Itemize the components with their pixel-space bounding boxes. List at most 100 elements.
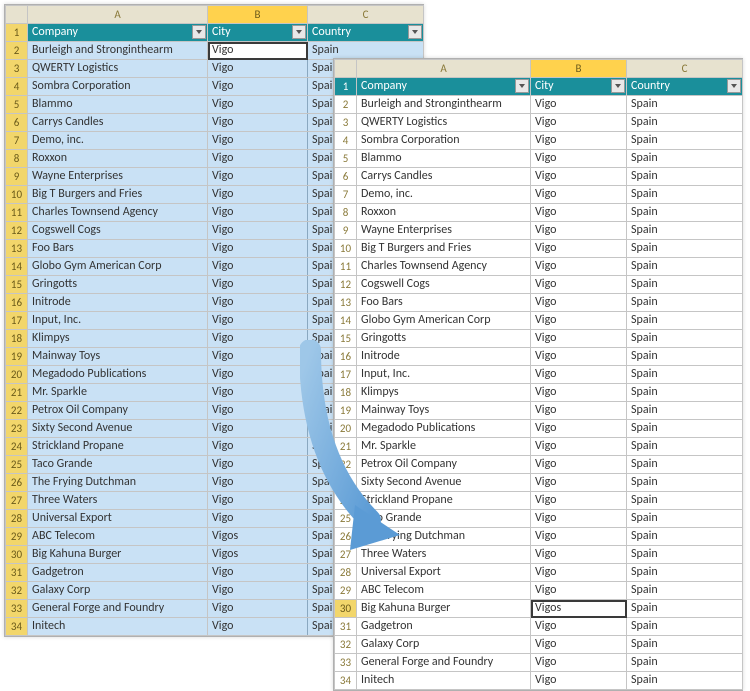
row-number[interactable]: 11 xyxy=(335,258,357,276)
row-number[interactable]: 4 xyxy=(335,132,357,150)
row-number[interactable]: 16 xyxy=(335,348,357,366)
cell-country[interactable]: Spain xyxy=(627,546,743,564)
row-number[interactable]: 26 xyxy=(6,474,28,492)
cell-country[interactable]: Spain xyxy=(627,204,743,222)
row-number[interactable]: 6 xyxy=(335,168,357,186)
cell-country[interactable]: Spain xyxy=(627,456,743,474)
cell-city[interactable]: Vigo xyxy=(531,546,627,564)
cell-country[interactable]: Spain xyxy=(627,150,743,168)
cell-company[interactable]: Initech xyxy=(357,672,531,690)
cell-city[interactable]: Vigo xyxy=(531,330,627,348)
cell-city[interactable]: Vigo xyxy=(531,114,627,132)
cell-company[interactable]: Initrode xyxy=(28,294,208,312)
cell-city[interactable]: Vigo xyxy=(208,330,308,348)
cell-city[interactable]: Vigo xyxy=(208,384,308,402)
header-cell-city[interactable]: City xyxy=(531,78,627,96)
cell-company[interactable]: Initech xyxy=(28,618,208,636)
row-number[interactable]: 33 xyxy=(6,600,28,618)
cell-country[interactable]: Spain xyxy=(627,600,743,618)
cell-country[interactable]: Spain xyxy=(627,276,743,294)
cell-city[interactable]: Vigo xyxy=(531,564,627,582)
cell-city[interactable]: Vigo xyxy=(531,258,627,276)
row-number[interactable]: 19 xyxy=(6,348,28,366)
row-number[interactable]: 32 xyxy=(335,636,357,654)
spreadsheet-right[interactable]: ABC1CompanyCityCountry2Burleigh and Stro… xyxy=(333,58,743,691)
row-number[interactable]: 33 xyxy=(335,654,357,672)
cell-company[interactable]: Gadgetron xyxy=(28,564,208,582)
filter-dropdown-icon[interactable] xyxy=(408,25,422,39)
row-number[interactable]: 15 xyxy=(6,276,28,294)
cell-city[interactable]: Vigo xyxy=(531,456,627,474)
cell-city[interactable]: Vigo xyxy=(208,564,308,582)
cell-company[interactable]: Megadodo Publications xyxy=(357,420,531,438)
filter-dropdown-icon[interactable] xyxy=(192,25,206,39)
row-number[interactable]: 18 xyxy=(335,384,357,402)
row-number[interactable]: 22 xyxy=(6,402,28,420)
row-number[interactable]: 13 xyxy=(6,240,28,258)
row-number[interactable]: 9 xyxy=(335,222,357,240)
cell-city[interactable]: Vigo xyxy=(531,420,627,438)
row-number[interactable]: 29 xyxy=(6,528,28,546)
row-number[interactable]: 14 xyxy=(335,312,357,330)
row-number[interactable]: 5 xyxy=(6,96,28,114)
column-header-c[interactable]: C xyxy=(308,6,424,24)
cell-company[interactable]: QWERTY Logistics xyxy=(357,114,531,132)
cell-country[interactable]: Spain xyxy=(627,636,743,654)
cell-city[interactable]: Vigo xyxy=(531,672,627,690)
cell-company[interactable]: The Frying Dutchman xyxy=(28,474,208,492)
column-header-a[interactable]: A xyxy=(28,6,208,24)
row-number[interactable]: 14 xyxy=(6,258,28,276)
cell-city[interactable]: Vigo xyxy=(208,420,308,438)
row-number[interactable]: 4 xyxy=(6,78,28,96)
row-number[interactable]: 22 xyxy=(335,456,357,474)
filter-dropdown-icon[interactable] xyxy=(727,79,741,93)
cell-city[interactable]: Vigo xyxy=(208,366,308,384)
cell-city[interactable]: Vigo xyxy=(531,618,627,636)
cell-company[interactable]: Wayne Enterprises xyxy=(357,222,531,240)
cell-city[interactable]: Vigo xyxy=(208,294,308,312)
cell-company[interactable]: Sixty Second Avenue xyxy=(28,420,208,438)
cell-city[interactable]: Vigo xyxy=(531,168,627,186)
row-number[interactable]: 2 xyxy=(6,42,28,60)
cell-company[interactable]: Galaxy Corp xyxy=(357,636,531,654)
cell-company[interactable]: Charles Townsend Agency xyxy=(28,204,208,222)
row-number[interactable]: 17 xyxy=(6,312,28,330)
cell-company[interactable]: Carrys Candles xyxy=(357,168,531,186)
column-header-b[interactable]: B xyxy=(531,60,627,78)
cell-city[interactable]: Vigo xyxy=(208,42,308,60)
cell-city[interactable]: Vigo xyxy=(531,384,627,402)
row-number[interactable]: 16 xyxy=(6,294,28,312)
row-number[interactable]: 2 xyxy=(335,96,357,114)
cell-city[interactable]: Vigo xyxy=(531,186,627,204)
cell-country[interactable]: Spain xyxy=(627,168,743,186)
row-number[interactable]: 12 xyxy=(335,276,357,294)
cell-city[interactable]: Vigo xyxy=(208,132,308,150)
row-number[interactable]: 23 xyxy=(6,420,28,438)
cell-company[interactable]: ABC Telecom xyxy=(357,582,531,600)
cell-company[interactable]: Klimpys xyxy=(357,384,531,402)
cell-country[interactable]: Spain xyxy=(627,528,743,546)
filter-dropdown-icon[interactable] xyxy=(611,79,625,93)
cell-city[interactable]: Vigo xyxy=(531,492,627,510)
cell-company[interactable]: Mr. Sparkle xyxy=(28,384,208,402)
cell-country[interactable]: Spain xyxy=(627,510,743,528)
cell-company[interactable]: Three Waters xyxy=(28,492,208,510)
cell-company[interactable]: Galaxy Corp xyxy=(28,582,208,600)
header-cell-country[interactable]: Country xyxy=(308,24,424,42)
cell-city[interactable]: Vigo xyxy=(531,132,627,150)
row-number[interactable]: 25 xyxy=(335,510,357,528)
cell-city[interactable]: Vigo xyxy=(531,222,627,240)
column-header-a[interactable]: A xyxy=(357,60,531,78)
cell-city[interactable]: Vigos xyxy=(208,528,308,546)
cell-company[interactable]: Demo, inc. xyxy=(357,186,531,204)
cell-city[interactable]: Vigo xyxy=(531,636,627,654)
header-cell-company[interactable]: Company xyxy=(28,24,208,42)
cell-company[interactable]: Globo Gym American Corp xyxy=(28,258,208,276)
column-header-b[interactable]: B xyxy=(208,6,308,24)
row-number[interactable]: 27 xyxy=(335,546,357,564)
cell-company[interactable]: Petrox Oil Company xyxy=(28,402,208,420)
cell-country[interactable]: Spain xyxy=(627,384,743,402)
cell-company[interactable]: Taco Grande xyxy=(357,510,531,528)
row-number[interactable]: 29 xyxy=(335,582,357,600)
row-number[interactable]: 15 xyxy=(335,330,357,348)
